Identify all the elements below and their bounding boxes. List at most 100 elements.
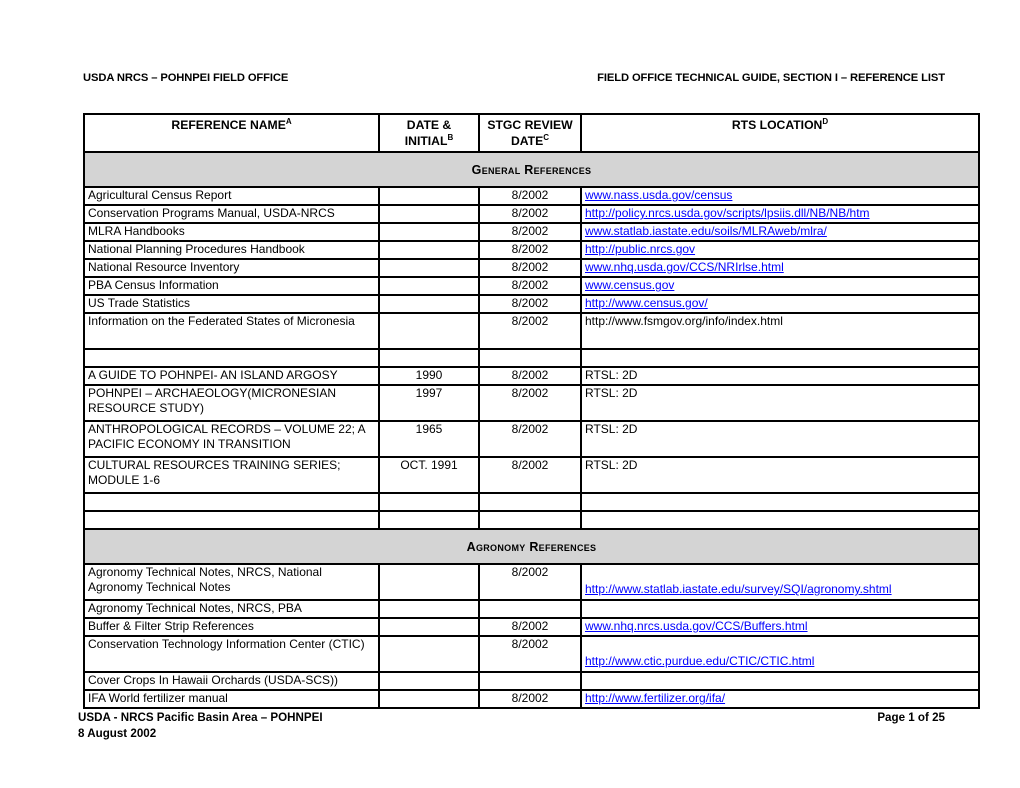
- cell-stgc-review-date: 8/2002: [478, 420, 582, 458]
- cell-date-initial: [378, 510, 480, 530]
- cell-stgc-review-date: 8/2002: [478, 635, 582, 673]
- cell-date-initial: 1990: [378, 366, 480, 386]
- table-row: Conservation Technology Information Cent…: [83, 635, 980, 673]
- running-head-right: FIELD OFFICE TECHNICAL GUIDE, SECTION I …: [597, 72, 945, 84]
- cell-stgc-review-date: 8/2002: [478, 384, 582, 422]
- column-header-date-line1: DATE &: [406, 118, 452, 132]
- rts-location-link[interactable]: http://public.nrcs.gov: [585, 243, 695, 256]
- cell-rts-location[interactable]: http://www.statlab.iastate.edu/survey/SQ…: [580, 563, 980, 601]
- cell-date-initial: 1965: [378, 420, 480, 458]
- cell-date-initial: [378, 635, 480, 673]
- table-row: National Resource Inventory 8/2002 www.nhq…: [83, 258, 980, 278]
- section-heading-row: General References: [83, 151, 980, 188]
- footer-date: 8 August 2002: [78, 727, 157, 740]
- cell-rts-location[interactable]: http://www.census.gov/: [580, 294, 980, 314]
- cell-date-initial: [378, 348, 480, 368]
- cell-reference-name: [83, 492, 380, 512]
- cell-date-initial: [378, 671, 480, 691]
- cell-date-initial: [378, 222, 480, 242]
- cell-stgc-review-date: 8/2002: [478, 258, 582, 278]
- cell-rts-location: RTSL: 2D: [580, 384, 980, 422]
- cell-rts-location: RTSL: 2D: [580, 456, 980, 494]
- rts-location-link[interactable]: www.nhq.usda.gov/CCS/NRIrlse.html: [585, 261, 784, 274]
- rts-location-link[interactable]: www.nass.usda.gov/census: [585, 189, 732, 202]
- table-header-row: REFERENCE NAMEA DATE & INITIALB STGC REV…: [83, 113, 980, 153]
- cell-reference-name: Information on the Federated States of M…: [83, 312, 380, 350]
- table-row: Conservation Programs Manual, USDA-NRCS 8…: [83, 204, 980, 224]
- cell-date-initial: [378, 186, 480, 206]
- footnote-marker-a: A: [285, 116, 292, 126]
- cell-reference-name: [83, 348, 380, 368]
- cell-stgc-review-date: [478, 510, 582, 530]
- column-header-date-initial: DATE & INITIALB: [378, 113, 480, 153]
- cell-rts-location[interactable]: http://public.nrcs.gov: [580, 240, 980, 260]
- cell-date-initial: [378, 258, 480, 278]
- cell-reference-name: POHNPEI – ARCHAEOLOGY(MICRONESIAN RESOUR…: [83, 384, 380, 422]
- rts-location-link[interactable]: http://policy.nrcs.usda.gov/scripts/lpsi…: [585, 207, 870, 220]
- rts-location-link[interactable]: http://www.fertilizer.org/ifa/: [585, 692, 725, 705]
- cell-rts-location[interactable]: www.nass.usda.gov/census: [580, 186, 980, 206]
- table-row: Buffer & Filter Strip References 8/2002 ww…: [83, 617, 980, 637]
- cell-rts-location: [580, 492, 980, 512]
- column-header-reference-name-label: REFERENCE NAME: [171, 118, 286, 132]
- cell-rts-location[interactable]: http://www.ctic.purdue.edu/CTIC/CTIC.htm…: [580, 635, 980, 673]
- rts-location-link[interactable]: www.census.gov: [585, 279, 674, 292]
- cell-stgc-review-date: 8/2002: [478, 204, 582, 224]
- column-header-stgc-line2: DATE: [510, 134, 544, 148]
- table-row: A GUIDE TO POHNPEI- AN ISLAND ARGOSY 1990…: [83, 366, 980, 386]
- cell-stgc-review-date: 8/2002: [478, 186, 582, 206]
- cell-date-initial: [378, 689, 480, 709]
- cell-reference-name: CULTURAL RESOURCES TRAINING SERIES; MODU…: [83, 456, 380, 494]
- cell-stgc-review-date: 8/2002: [478, 689, 582, 709]
- cell-date-initial: [378, 276, 480, 296]
- cell-date-initial: OCT. 1991: [378, 456, 480, 494]
- cell-date-initial: [378, 204, 480, 224]
- cell-rts-location[interactable]: http://www.fertilizer.org/ifa/: [580, 689, 980, 709]
- cell-stgc-review-date: 8/2002: [478, 240, 582, 260]
- table-row: National Planning Procedures Handbook 8/2…: [83, 240, 980, 260]
- table-row: ANTHROPOLOGICAL RECORDS – VOLUME 22; A P…: [83, 420, 980, 458]
- cell-stgc-review-date: [478, 492, 582, 512]
- cell-date-initial: [378, 492, 480, 512]
- reference-list-table: REFERENCE NAMEA DATE & INITIALB STGC REV…: [83, 113, 980, 709]
- rts-location-link[interactable]: http://www.ctic.purdue.edu/CTIC/CTIC.htm…: [585, 654, 814, 668]
- cell-stgc-review-date: 8/2002: [478, 222, 582, 242]
- footer-office-label: USDA - NRCS Pacific Basin Area – POHNPEI: [78, 711, 323, 724]
- cell-rts-location: RTSL: 2D: [580, 366, 980, 386]
- rts-location-link[interactable]: http://www.census.gov/: [585, 297, 708, 310]
- cell-reference-name: IFA World fertilizer manual: [83, 689, 380, 709]
- cell-reference-name: Cover Crops In Hawaii Orchards (USDA-SCS…: [83, 671, 380, 691]
- cell-rts-location[interactable]: www.census.gov: [580, 276, 980, 296]
- page-footer: USDA - NRCS Pacific Basin Area – POHNPEI…: [78, 710, 945, 742]
- table-row: US Trade Statistics 8/2002 http://www.cens…: [83, 294, 980, 314]
- cell-stgc-review-date: 8/2002: [478, 276, 582, 296]
- cell-reference-name: Agricultural Census Report: [83, 186, 380, 206]
- cell-reference-name: ANTHROPOLOGICAL RECORDS – VOLUME 22; A P…: [83, 420, 380, 458]
- rts-location-link[interactable]: http://www.statlab.iastate.edu/survey/SQ…: [585, 582, 892, 596]
- cell-stgc-review-date: [478, 599, 582, 619]
- cell-date-initial: [378, 312, 480, 350]
- cell-stgc-review-date: 8/2002: [478, 294, 582, 314]
- table-row: Cover Crops In Hawaii Orchards (USDA-SCS…: [83, 671, 980, 691]
- cell-stgc-review-date: [478, 348, 582, 368]
- table-row: PBA Census Information 8/2002 www.census.g…: [83, 276, 980, 296]
- rts-location-link[interactable]: www.nhq.nrcs.usda.gov/CCS/Buffers.html: [585, 620, 808, 633]
- cell-rts-location[interactable]: www.nhq.nrcs.usda.gov/CCS/Buffers.html: [580, 617, 980, 637]
- cell-date-initial: [378, 294, 480, 314]
- cell-date-initial: [378, 617, 480, 637]
- cell-rts-location[interactable]: www.statlab.iastate.edu/soils/MLRAweb/ml…: [580, 222, 980, 242]
- column-header-date-line2: INITIAL: [404, 134, 448, 148]
- cell-rts-location: RTSL: 2D: [580, 420, 980, 458]
- rts-location-link[interactable]: www.statlab.iastate.edu/soils/MLRAweb/ml…: [585, 225, 827, 238]
- cell-reference-name: National Resource Inventory: [83, 258, 380, 278]
- cell-stgc-review-date: 8/2002: [478, 617, 582, 637]
- cell-rts-location[interactable]: www.nhq.usda.gov/CCS/NRIrlse.html: [580, 258, 980, 278]
- section-heading-row: Agronomy References: [83, 528, 980, 565]
- cell-rts-location[interactable]: http://policy.nrcs.usda.gov/scripts/lpsi…: [580, 204, 980, 224]
- section-heading-label: General References: [83, 151, 980, 188]
- cell-reference-name: Conservation Programs Manual, USDA-NRCS: [83, 204, 380, 224]
- cell-reference-name: MLRA Handbooks: [83, 222, 380, 242]
- table-row: Information on the Federated States of M…: [83, 312, 980, 350]
- footer-page-number: Page 1 of 25: [877, 711, 945, 724]
- cell-stgc-review-date: 8/2002: [478, 456, 582, 494]
